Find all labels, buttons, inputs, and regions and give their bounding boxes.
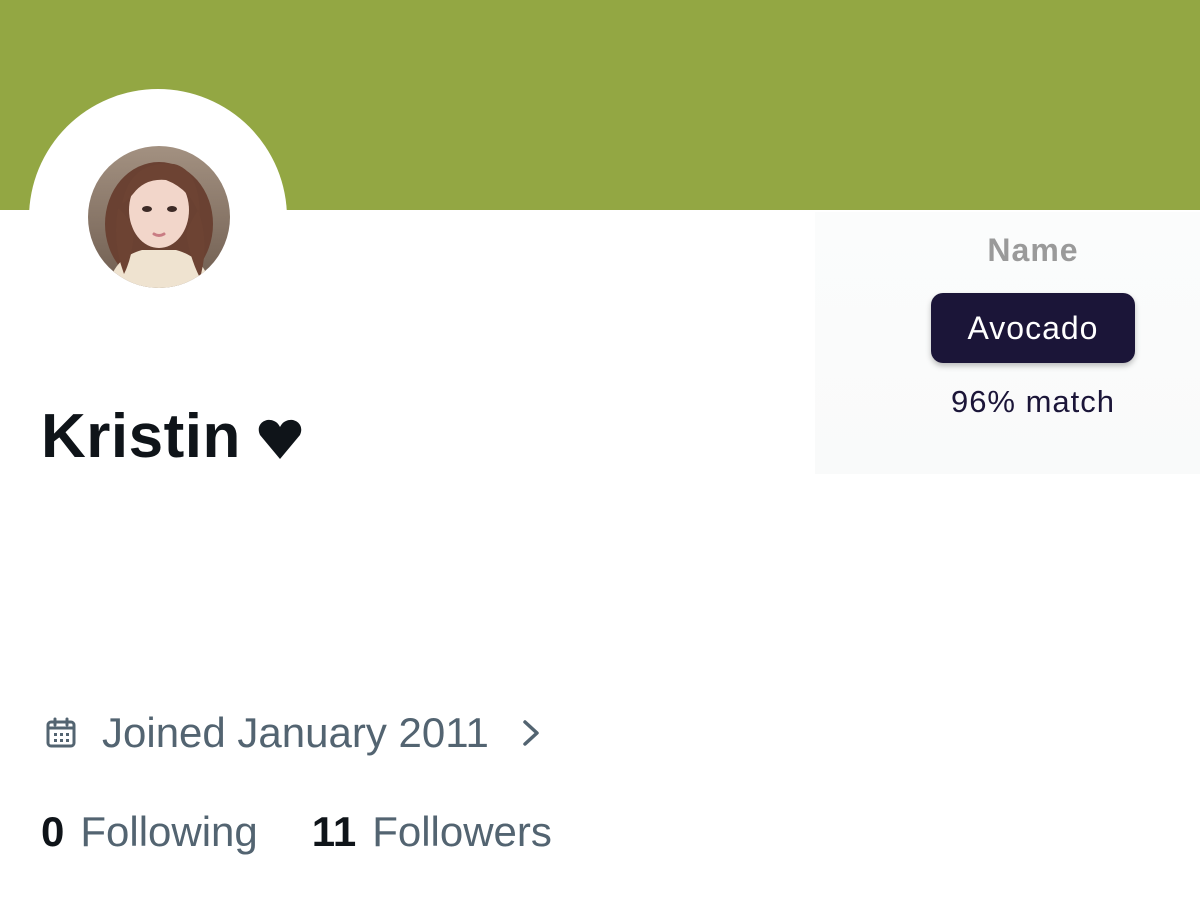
following-count: 0 bbox=[41, 808, 65, 855]
calendar-icon bbox=[46, 717, 76, 748]
following-stat[interactable]: 0 Following bbox=[41, 808, 258, 856]
avatar[interactable] bbox=[88, 146, 230, 288]
avatar-image bbox=[88, 146, 230, 288]
chevron-right-icon bbox=[523, 720, 539, 746]
followers-label: Followers bbox=[372, 808, 552, 855]
profile-display-name: Kristin bbox=[41, 398, 303, 474]
follow-stats-row: 0 Following 11 Followers bbox=[41, 806, 552, 858]
display-name-text: Kristin bbox=[41, 401, 241, 471]
match-score: 96% match bbox=[950, 384, 1116, 419]
followers-count: 11 bbox=[311, 808, 357, 855]
black-heart-icon bbox=[258, 419, 302, 459]
followers-stat[interactable]: 11 Followers bbox=[312, 808, 552, 856]
following-label: Following bbox=[80, 808, 258, 855]
match-name-pill[interactable]: Avocado bbox=[931, 293, 1135, 363]
joined-date-text: Joined January 2011 bbox=[102, 709, 489, 756]
match-title: Name bbox=[987, 232, 1079, 268]
joined-date-row[interactable]: Joined January 2011 bbox=[44, 707, 545, 759]
